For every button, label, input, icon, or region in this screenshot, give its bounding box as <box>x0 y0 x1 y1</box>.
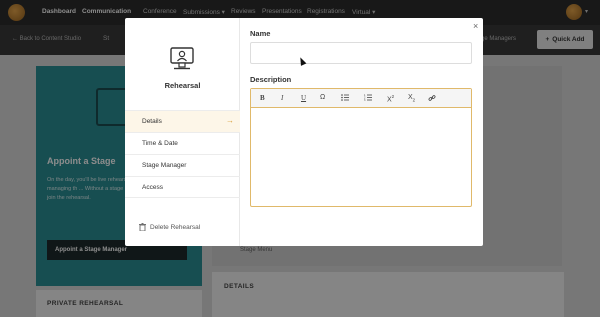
name-input[interactable] <box>250 42 472 64</box>
modal-sidebar: Rehearsal Details → Time & Date Stage Ma… <box>125 18 240 246</box>
close-icon[interactable]: × <box>473 21 478 31</box>
numbered-list-icon[interactable]: 123 <box>364 94 372 103</box>
description-editor[interactable]: B I U Ω 123 X2 X2 <box>250 88 472 207</box>
svg-text:3: 3 <box>364 99 366 101</box>
menu-item-access[interactable]: Access <box>125 176 240 198</box>
italic-icon[interactable]: I <box>281 94 283 102</box>
underline-icon[interactable]: U <box>301 94 306 102</box>
delete-rehearsal-button[interactable]: Delete Rehearsal <box>139 223 200 231</box>
rehearsal-icon <box>170 47 194 70</box>
menu-item-details[interactable]: Details → <box>125 110 240 132</box>
description-label: Description <box>250 75 292 84</box>
arrow-right-icon: → <box>226 116 234 125</box>
special-character-icon[interactable]: Ω <box>320 94 325 101</box>
bullet-list-icon[interactable] <box>341 94 349 103</box>
menu-item-time-date[interactable]: Time & Date <box>125 132 240 154</box>
menu-item-label: Stage Manager <box>142 162 187 169</box>
subscript-icon[interactable]: X2 <box>408 94 415 102</box>
delete-rehearsal-label: Delete Rehearsal <box>150 223 201 231</box>
menu-item-label: Access <box>142 184 163 191</box>
superscript-icon[interactable]: X2 <box>387 94 394 103</box>
link-icon[interactable] <box>428 94 436 104</box>
menu-item-label: Details <box>142 118 162 125</box>
trash-icon <box>139 223 146 231</box>
rehearsal-modal: Rehearsal Details → Time & Date Stage Ma… <box>125 18 483 246</box>
modal-title: Rehearsal <box>164 81 201 90</box>
editor-toolbar: B I U Ω 123 X2 X2 <box>251 89 471 108</box>
menu-item-label: Time & Date <box>142 140 178 147</box>
menu-item-stage-manager[interactable]: Stage Manager <box>125 154 240 176</box>
modal-menu: Details → Time & Date Stage Manager Acce… <box>125 110 240 198</box>
description-text[interactable] <box>251 108 471 206</box>
name-label: Name <box>250 29 271 38</box>
bold-icon[interactable]: B <box>260 94 265 102</box>
